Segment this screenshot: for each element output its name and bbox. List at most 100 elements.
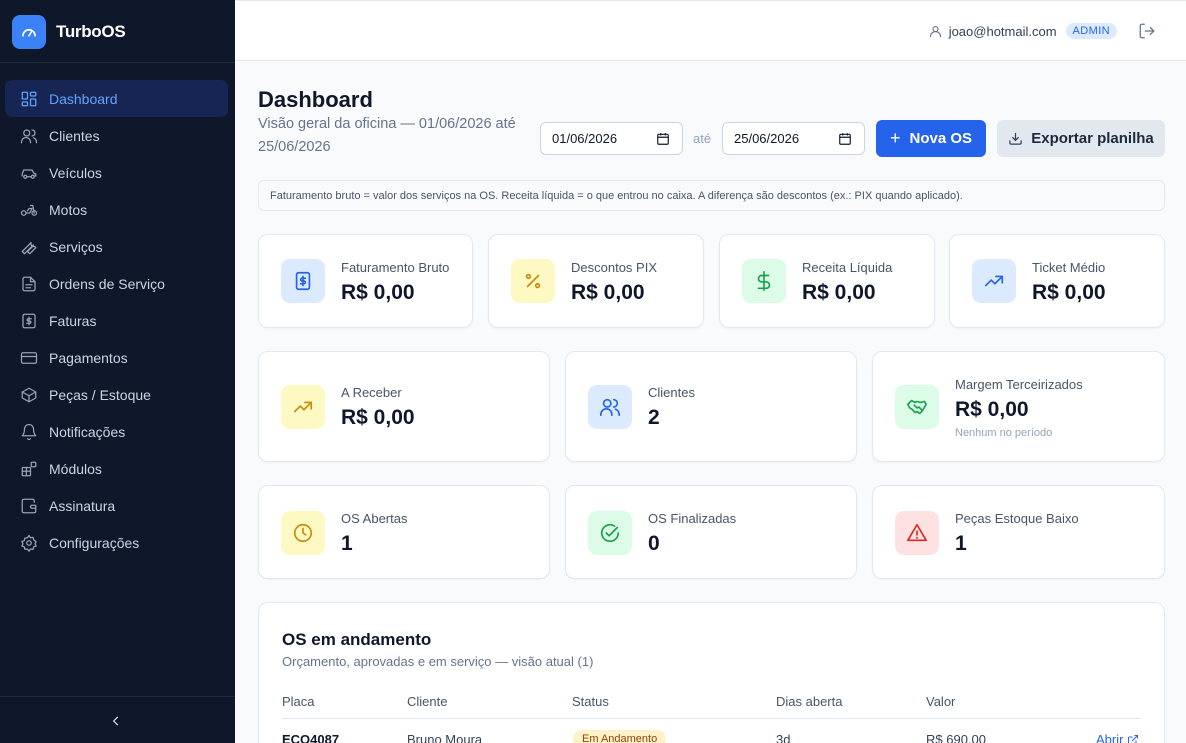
stat-card-os-finalizadas: OS Finalizadas 0 bbox=[565, 485, 857, 579]
sidebar-item-assinatura[interactable]: Assinatura bbox=[5, 487, 228, 524]
stat-card-clientes: Clientes 2 bbox=[565, 351, 857, 462]
users-icon bbox=[20, 128, 38, 143]
settings-icon bbox=[21, 534, 37, 552]
dollar-icon bbox=[742, 259, 786, 303]
date-separator: até bbox=[693, 131, 712, 146]
divider bbox=[282, 718, 1141, 719]
sidebar-item-motos[interactable]: Motos bbox=[5, 191, 228, 228]
calendar-icon[interactable] bbox=[656, 132, 670, 146]
credit-card-icon bbox=[20, 351, 38, 364]
sidebar-item-clientes[interactable]: Clientes bbox=[5, 117, 228, 154]
stat-value: R$ 0,00 bbox=[802, 281, 876, 304]
open-os-link[interactable]: Abrir bbox=[1096, 732, 1139, 743]
stat-label: Faturamento Bruto bbox=[341, 260, 450, 275]
gauge-icon bbox=[12, 15, 46, 49]
stat-label: Ticket Médio bbox=[1032, 260, 1106, 275]
warning-icon bbox=[895, 511, 939, 555]
stat-value: R$ 0,00 bbox=[571, 281, 645, 304]
package-icon bbox=[21, 387, 37, 402]
stat-card-os-abertas: OS Abertas 1 bbox=[258, 485, 550, 579]
os-in-progress-card: OS em andamento Orçamento, aprovadas e e… bbox=[258, 602, 1165, 743]
section-subtitle: Orçamento, aprovadas e em serviço — visã… bbox=[282, 654, 594, 669]
sidebar-item-servicos[interactable]: Serviços bbox=[5, 228, 228, 265]
wallet-icon bbox=[21, 498, 37, 513]
sidebar-item-configuracoes[interactable]: Configurações bbox=[5, 524, 228, 561]
export-label: Exportar planilha bbox=[1031, 130, 1154, 147]
receipt-icon bbox=[22, 313, 36, 328]
brand[interactable]: TurboOS bbox=[12, 15, 126, 49]
date-to-input[interactable]: 25/06/2026 bbox=[722, 122, 865, 155]
divider bbox=[0, 62, 235, 63]
stat-value: R$ 0,00 bbox=[341, 406, 415, 429]
cell-placa: ECO4087 bbox=[282, 732, 340, 743]
download-icon bbox=[1009, 132, 1022, 145]
column-header-dias: Dias aberta bbox=[776, 694, 843, 709]
calendar-icon[interactable] bbox=[838, 132, 852, 146]
sidebar-nav: Dashboard Clientes Veículos Motos Serviç… bbox=[5, 80, 228, 561]
stat-value: R$ 0,00 bbox=[1032, 281, 1106, 304]
cell-dias: 3d bbox=[776, 732, 791, 743]
date-from-input[interactable]: 01/06/2026 bbox=[540, 122, 683, 155]
users-icon bbox=[588, 385, 632, 429]
cell-valor: R$ 690,00 bbox=[926, 732, 986, 743]
column-header-cliente: Cliente bbox=[407, 694, 448, 709]
export-spreadsheet-button[interactable]: Exportar planilha bbox=[997, 120, 1165, 157]
column-header-status: Status bbox=[572, 694, 609, 709]
sidebar-item-veiculos[interactable]: Veículos bbox=[5, 154, 228, 191]
stat-label: Margem Terceirizados bbox=[955, 377, 1083, 392]
cell-cliente: Bruno Moura bbox=[407, 732, 483, 743]
sidebar-item-label: Dashboard bbox=[49, 90, 118, 107]
file-text-icon bbox=[22, 276, 36, 291]
stat-value: R$ 0,00 bbox=[955, 398, 1029, 421]
date-from-value: 01/06/2026 bbox=[552, 131, 618, 146]
stat-card-receita-liquida: Receita Líquida R$ 0,00 bbox=[719, 234, 935, 328]
stat-value: R$ 0,00 bbox=[341, 281, 415, 304]
sidebar-item-dashboard[interactable]: Dashboard bbox=[5, 80, 228, 117]
clock-icon bbox=[281, 511, 325, 555]
sidebar-item-pagamentos[interactable]: Pagamentos bbox=[5, 339, 228, 376]
motorcycle-icon bbox=[20, 204, 38, 216]
chevron-left-icon bbox=[112, 716, 119, 726]
external-link-icon bbox=[1128, 734, 1139, 743]
user-info: joao@hotmail.com ADMIN bbox=[928, 21, 1117, 41]
sidebar-item-faturas[interactable]: Faturas bbox=[5, 302, 228, 339]
sidebar-item-ordens[interactable]: Ordens de Serviço bbox=[5, 265, 228, 302]
sidebar: TurboOS Dashboard Clientes Veículos Moto… bbox=[0, 0, 235, 743]
open-link-label: Abrir bbox=[1096, 732, 1124, 743]
logout-button[interactable] bbox=[1138, 22, 1158, 42]
new-os-label: Nova OS bbox=[909, 130, 973, 147]
blocks-icon bbox=[21, 461, 37, 476]
sidebar-item-label: Faturas bbox=[49, 312, 97, 329]
sidebar-item-label: Ordens de Serviço bbox=[49, 275, 165, 292]
new-os-button[interactable]: + Nova OS bbox=[876, 120, 986, 157]
stat-card-descontos-pix: Descontos PIX R$ 0,00 bbox=[488, 234, 704, 328]
stat-label: Descontos PIX bbox=[571, 260, 657, 275]
user-email: joao@hotmail.com bbox=[948, 23, 1057, 39]
stat-card-ticket-medio: Ticket Médio R$ 0,00 bbox=[949, 234, 1165, 328]
stat-label: Receita Líquida bbox=[802, 260, 893, 275]
sidebar-item-modulos[interactable]: Módulos bbox=[5, 450, 228, 487]
stat-label: Peças Estoque Baixo bbox=[955, 511, 1079, 526]
sidebar-item-notificacoes[interactable]: Notificações bbox=[5, 413, 228, 450]
sidebar-item-pecas[interactable]: Peças / Estoque bbox=[5, 376, 228, 413]
trending-up-icon bbox=[972, 259, 1016, 303]
column-header-valor: Valor bbox=[926, 694, 956, 709]
stat-card-pecas-estoque-baixo: Peças Estoque Baixo 1 bbox=[872, 485, 1165, 579]
stat-card-a-receber: A Receber R$ 0,00 bbox=[258, 351, 550, 462]
sidebar-item-label: Serviços bbox=[49, 238, 103, 255]
car-icon bbox=[21, 168, 37, 179]
page-title: Dashboard bbox=[258, 87, 373, 112]
stat-label: OS Finalizadas bbox=[648, 511, 737, 526]
page-subtitle: Visão geral da oficina — 01/06/2026 até … bbox=[258, 116, 516, 155]
role-badge: ADMIN bbox=[1065, 23, 1117, 39]
collapse-sidebar-button[interactable] bbox=[104, 710, 128, 732]
stat-note: Nenhum no período bbox=[955, 427, 1053, 439]
percent-icon bbox=[511, 259, 555, 303]
divider bbox=[0, 696, 235, 697]
column-header-placa: Placa bbox=[282, 694, 315, 709]
sidebar-item-label: Configurações bbox=[49, 534, 140, 551]
plus-icon: + bbox=[889, 128, 901, 148]
user-icon bbox=[929, 25, 941, 37]
stat-card-faturamento-bruto: Faturamento Bruto R$ 0,00 bbox=[258, 234, 473, 328]
sidebar-item-label: Pagamentos bbox=[49, 349, 128, 366]
